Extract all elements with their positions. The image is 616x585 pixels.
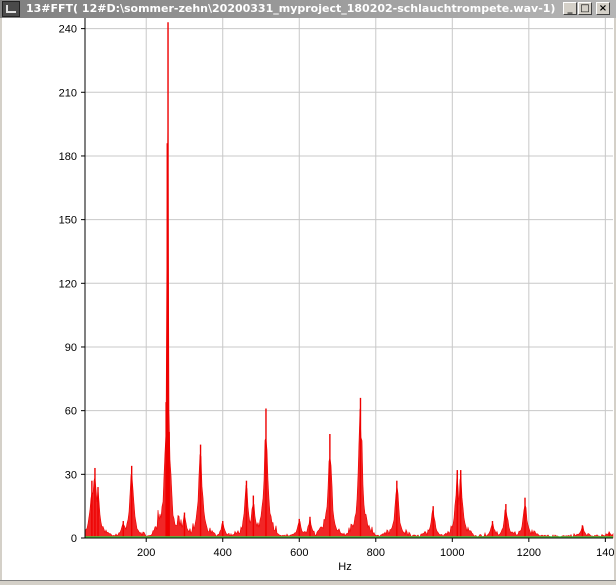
x-tick-label: 400 — [214, 547, 232, 559]
title-bar[interactable]: 13#FFT( 12#D:\sommer-zehn\20200331_mypro… — [0, 0, 616, 18]
x-tick-label: 1200 — [517, 547, 541, 559]
app-icon[interactable] — [2, 1, 20, 17]
y-tick-label: 30 — [65, 469, 77, 481]
y-tick-label: 60 — [65, 406, 77, 418]
status-strip — [0, 580, 616, 585]
spectrum-area — [84, 106, 614, 539]
y-tick-label: 90 — [65, 342, 77, 354]
close-button[interactable]: × — [596, 2, 610, 15]
maximize-button[interactable]: □ — [578, 2, 592, 15]
window-title: 13#FFT( 12#D:\sommer-zehn\20200331_mypro… — [26, 2, 556, 15]
y-tick-label: 0 — [71, 533, 77, 545]
y-tick-label: 210 — [59, 87, 77, 99]
chart-axes: 0 30 60 90 120 150 180 210 240 200 400 600 800 1000 12… — [59, 18, 615, 559]
x-tick-label: 200 — [137, 547, 155, 559]
minimize-button[interactable]: _ — [563, 2, 577, 15]
y-tick-label: 240 — [59, 24, 77, 36]
y-tick-label: 120 — [59, 278, 77, 290]
y-tick-label: 180 — [59, 151, 77, 163]
x-tick-label: 800 — [367, 547, 385, 559]
x-tick-label: 1000 — [440, 547, 464, 559]
fft-window: 13#FFT( 12#D:\sommer-zehn\20200331_mypro… — [0, 0, 616, 585]
spectrum-series — [84, 22, 614, 539]
chart-area: 0 30 60 90 120 150 180 210 240 200 400 600 800 1000 12… — [2, 18, 615, 580]
x-tick-label: 140 — [596, 547, 614, 559]
chart-grid — [85, 18, 613, 539]
y-tick-label: 150 — [59, 215, 77, 227]
x-tick-label: 600 — [290, 547, 308, 559]
fft-spectrum-chart: 0 30 60 90 120 150 180 210 240 200 400 600 800 1000 12… — [59, 18, 615, 573]
x-axis-label: Hz — [338, 561, 351, 573]
